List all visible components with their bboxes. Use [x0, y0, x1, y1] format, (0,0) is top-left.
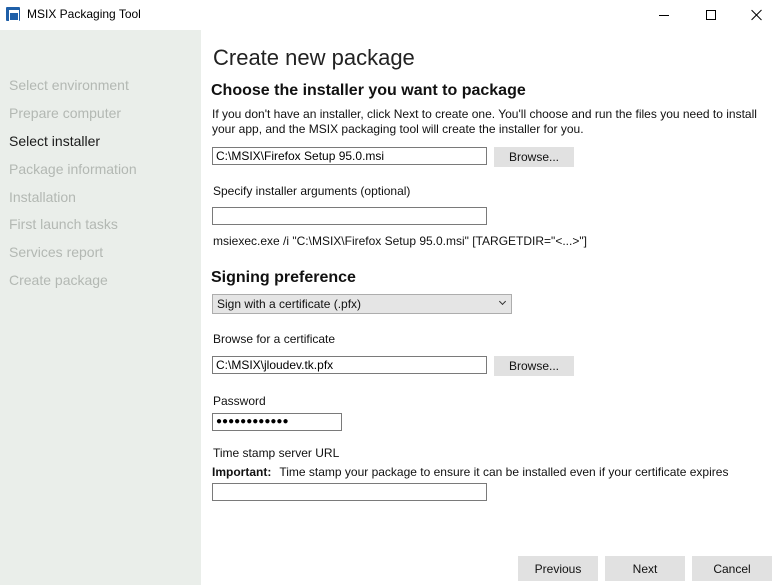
previous-button[interactable]: Previous	[518, 556, 598, 581]
timestamp-label: Time stamp server URL	[213, 446, 340, 460]
installer-description: If you don't have an installer, click Ne…	[212, 107, 757, 136]
sidebar-item-select-environment[interactable]: Select environment	[9, 77, 129, 93]
sidebar-item-create-package[interactable]: Create package	[9, 272, 108, 288]
important-note: Important: Time stamp your package to ens…	[212, 465, 728, 479]
sidebar-item-select-installer[interactable]: Select installer	[9, 133, 100, 149]
close-icon	[751, 9, 763, 21]
signing-preference-select[interactable]: Sign with a certificate (.pfx)	[212, 294, 512, 314]
title-bar: MSIX Packaging Tool	[0, 0, 777, 30]
maximize-button[interactable]	[688, 0, 734, 30]
browse-certificate-button[interactable]: Browse...	[494, 356, 574, 376]
command-preview: msiexec.exe /i "C:\MSIX\Firefox Setup 95…	[213, 234, 587, 248]
cancel-button[interactable]: Cancel	[692, 556, 772, 581]
minimize-icon	[659, 14, 669, 16]
next-button[interactable]: Next	[605, 556, 685, 581]
signing-section-title: Signing preference	[211, 269, 356, 286]
password-input[interactable]: ●●●●●●●●●●●●	[212, 413, 342, 431]
certificate-path-input[interactable]: C:\MSIX\jloudev.tk.pfx	[212, 356, 487, 374]
password-label: Password	[213, 394, 266, 408]
sidebar-item-prepare-computer[interactable]: Prepare computer	[9, 105, 121, 121]
timestamp-url-input[interactable]	[212, 483, 487, 501]
installer-args-input[interactable]	[212, 207, 487, 225]
chevron-down-icon	[498, 297, 507, 306]
sidebar-item-first-launch-tasks[interactable]: First launch tasks	[9, 216, 118, 232]
important-prefix: Important:	[212, 465, 272, 479]
signing-preference-value: Sign with a certificate (.pfx)	[217, 297, 362, 311]
sidebar-item-package-information[interactable]: Package information	[9, 161, 137, 177]
maximize-icon	[706, 10, 716, 20]
page-title: Create new package	[213, 45, 415, 70]
browse-installer-button[interactable]: Browse...	[494, 147, 574, 167]
window-title: MSIX Packaging Tool	[27, 7, 141, 21]
sidebar: Select environment Prepare computer Sele…	[0, 30, 201, 585]
sidebar-item-services-report[interactable]: Services report	[9, 244, 103, 260]
important-text: Time stamp your package to ensure it can…	[279, 465, 729, 479]
sidebar-item-installation[interactable]: Installation	[9, 189, 76, 205]
installer-args-label: Specify installer arguments (optional)	[213, 184, 411, 198]
certificate-label: Browse for a certificate	[213, 332, 336, 346]
minimize-button[interactable]	[641, 0, 687, 30]
msix-app-icon	[6, 7, 20, 21]
close-button[interactable]	[734, 0, 777, 30]
installer-path-input[interactable]: C:\MSIX\Firefox Setup 95.0.msi	[212, 147, 487, 165]
installer-section-title: Choose the installer you want to package	[211, 82, 526, 99]
